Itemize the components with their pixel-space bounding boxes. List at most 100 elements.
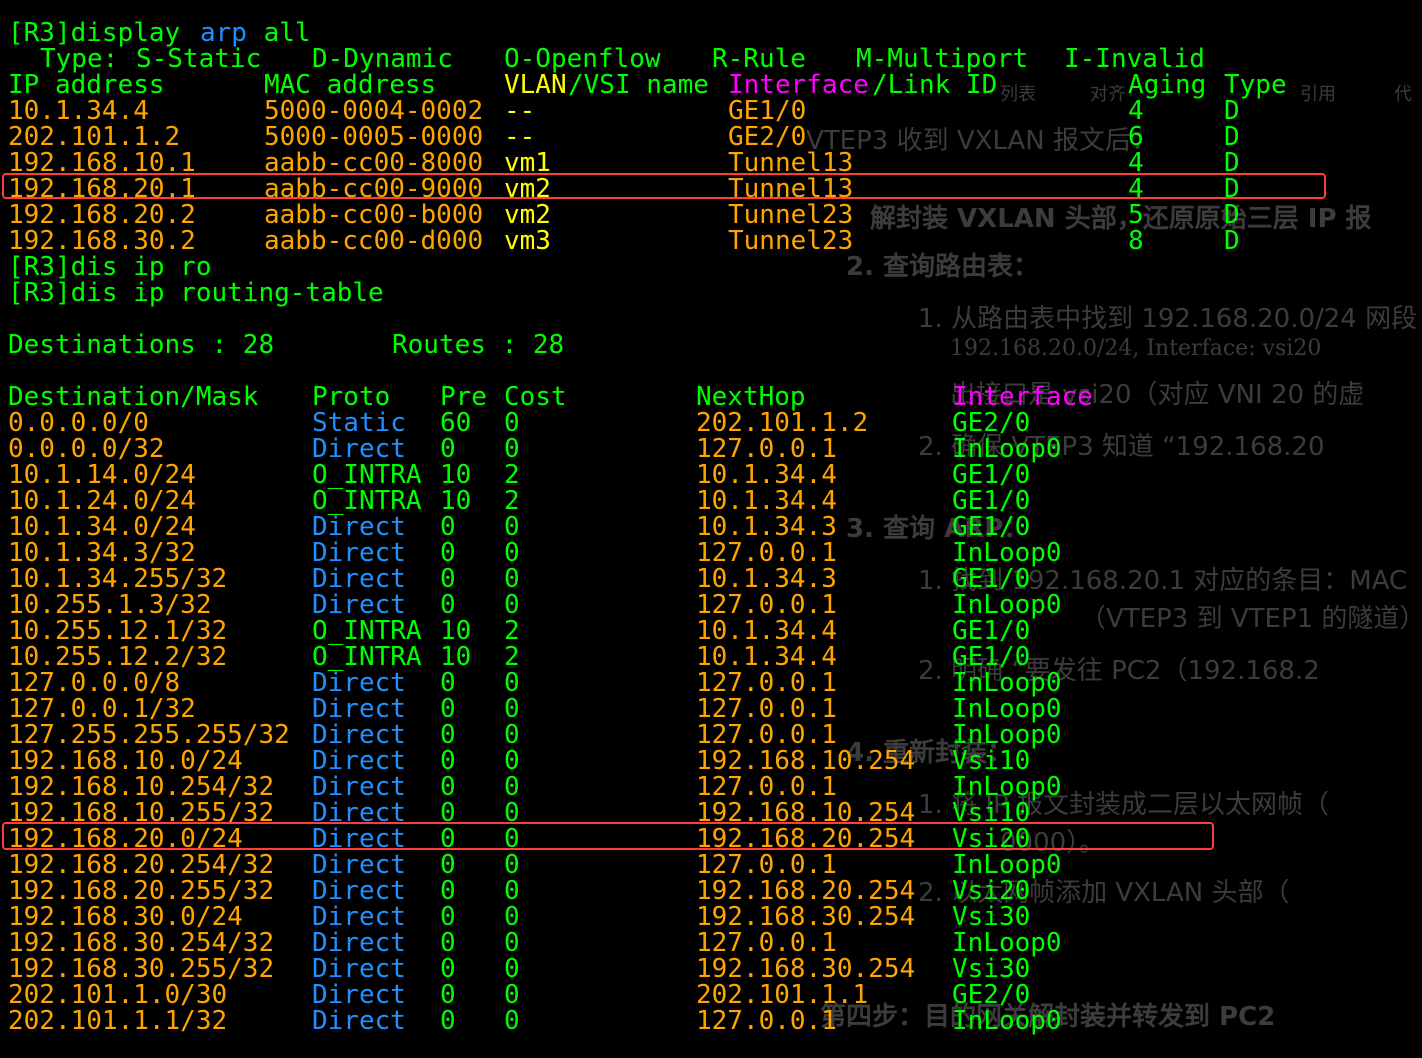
- command-line: [R3]display arp all: [8, 20, 311, 46]
- route-pre-cell: 60: [440, 408, 472, 438]
- route-pre-cell: 0: [440, 434, 456, 464]
- route-interface-cell: Vsi20: [952, 876, 1031, 906]
- route-nexthop-cell: 127.0.0.1: [696, 668, 837, 698]
- route-destination-cell: 10.1.34.255/32: [8, 564, 228, 594]
- routing-table-header: Destination/Mask Proto Pre Cost NextHop …: [8, 384, 1093, 410]
- route-cost-cell: 0: [504, 668, 520, 698]
- route-pre-cell: 0: [440, 902, 456, 932]
- route-destination-cell: 127.255.255.255/32: [8, 720, 290, 750]
- arp-mac-cell: 5000-0004-0002: [264, 96, 484, 126]
- header-vsi-name: /VSI name: [568, 70, 709, 100]
- ghost-toolbar-label: 代: [1394, 84, 1412, 105]
- route-pre-cell: 0: [440, 876, 456, 906]
- header-proto: Proto: [312, 382, 391, 412]
- route-destination-cell: 202.101.1.1/32: [8, 1006, 228, 1036]
- command-arg: all: [248, 18, 311, 48]
- route-destination-cell: 192.168.30.0/24: [8, 902, 243, 932]
- route-cost-cell: 0: [504, 980, 520, 1010]
- route-interface-cell: GE1/0: [952, 564, 1031, 594]
- route-nexthop-cell: 10.1.34.3: [696, 564, 837, 594]
- route-cost-cell: 0: [504, 512, 520, 542]
- route-pre-cell: 10: [440, 642, 472, 672]
- route-interface-cell: GE1/0: [952, 642, 1031, 672]
- terminal-window[interactable]: VTEP3 收到 VXLAN 报文后： 解封装 VXLAN 头部，还原原始三层 …: [0, 0, 1422, 1058]
- arp-interface-cell: GE1/0: [728, 96, 807, 126]
- header-mac: MAC address: [264, 70, 437, 100]
- arp-aging-cell: 5: [1128, 200, 1144, 230]
- route-proto-cell: Static: [312, 408, 406, 438]
- route-proto-cell: Direct: [312, 564, 406, 594]
- route-nexthop-cell: 10.1.34.4: [696, 460, 837, 490]
- header-pre: Pre: [440, 382, 487, 412]
- header-link-id: /Link ID: [872, 70, 998, 100]
- route-cost-cell: 0: [504, 694, 520, 724]
- route-highlight-box: [2, 822, 1214, 850]
- routes-count: Routes : 28: [392, 330, 565, 360]
- route-proto-cell: Direct: [312, 928, 406, 958]
- legend-invalid: I-Invalid: [1064, 44, 1205, 74]
- header-cost: Cost: [504, 382, 567, 412]
- route-interface-cell: Vsi30: [952, 902, 1031, 932]
- route-destination-cell: 127.0.0.1/32: [8, 694, 196, 724]
- arp-aging-cell: 6: [1128, 122, 1144, 152]
- route-pre-cell: 0: [440, 668, 456, 698]
- route-pre-cell: 10: [440, 486, 472, 516]
- route-destination-cell: 192.168.30.254/32: [8, 928, 275, 958]
- arp-mac-cell: aabb-cc00-d000: [264, 226, 484, 256]
- route-destination-cell: 0.0.0.0/32: [8, 434, 165, 464]
- route-cost-cell: 0: [504, 850, 520, 880]
- route-cost-cell: 2: [504, 486, 520, 516]
- route-pre-cell: 0: [440, 772, 456, 802]
- route-proto-cell: Direct: [312, 434, 406, 464]
- route-destination-cell: 10.255.12.2/32: [8, 642, 228, 672]
- route-pre-cell: 10: [440, 616, 472, 646]
- route-interface-cell: Vsi30: [952, 954, 1031, 984]
- route-nexthop-cell: 192.168.10.254: [696, 746, 916, 776]
- header-interface: Interface: [952, 382, 1093, 412]
- arp-type-cell: D: [1224, 226, 1240, 256]
- route-interface-cell: GE1/0: [952, 616, 1031, 646]
- ghost-line: 1. 从路由表中找到 192.168.20.0/24 网段: [918, 304, 1418, 334]
- route-pre-cell: 0: [440, 746, 456, 776]
- command-keyword: arp: [200, 18, 247, 48]
- route-interface-cell: InLoop0: [952, 694, 1062, 724]
- legend-type: Type:: [40, 44, 119, 74]
- route-destination-cell: 10.1.14.0/24: [8, 460, 196, 490]
- ghost-line: （VTEP3 到 VTEP1 的隧道）: [1080, 604, 1422, 634]
- ghost-line: VTEP3 收到 VXLAN 报文后：: [806, 126, 1158, 156]
- legend-static: S-Static: [136, 44, 262, 74]
- route-nexthop-cell: 202.101.1.2: [696, 408, 869, 438]
- route-nexthop-cell: 127.0.0.1: [696, 1006, 837, 1036]
- arp-vlan-cell: --: [504, 122, 536, 152]
- route-nexthop-cell: 192.168.20.254: [696, 876, 916, 906]
- route-cost-cell: 2: [504, 642, 520, 672]
- route-interface-cell: Vsi10: [952, 746, 1031, 776]
- route-pre-cell: 0: [440, 512, 456, 542]
- route-destination-cell: 10.1.34.3/32: [8, 538, 196, 568]
- legend-dynamic: D-Dynamic: [312, 44, 453, 74]
- route-pre-cell: 0: [440, 928, 456, 958]
- route-interface-cell: InLoop0: [952, 590, 1062, 620]
- route-proto-cell: Direct: [312, 876, 406, 906]
- route-cost-cell: 0: [504, 590, 520, 620]
- route-destination-cell: 202.101.1.0/30: [8, 980, 228, 1010]
- route-proto-cell: Direct: [312, 902, 406, 932]
- route-pre-cell: 0: [440, 564, 456, 594]
- arp-type-cell: D: [1224, 122, 1240, 152]
- route-proto-cell: Direct: [312, 1006, 406, 1036]
- route-cost-cell: 0: [504, 408, 520, 438]
- arp-mac-cell: 5000-0005-0000: [264, 122, 484, 152]
- header-aging: Aging: [1128, 70, 1207, 100]
- route-cost-cell: 0: [504, 434, 520, 464]
- route-destination-cell: 192.168.30.255/32: [8, 954, 275, 984]
- route-proto-cell: O_INTRA: [312, 616, 422, 646]
- route-pre-cell: 0: [440, 980, 456, 1010]
- route-cost-cell: 2: [504, 460, 520, 490]
- route-nexthop-cell: 127.0.0.1: [696, 590, 837, 620]
- arp-interface-cell: GE2/0: [728, 122, 807, 152]
- route-proto-cell: O_INTRA: [312, 486, 422, 516]
- route-destination-cell: 192.168.10.0/24: [8, 746, 243, 776]
- route-nexthop-cell: 10.1.34.4: [696, 642, 837, 672]
- route-proto-cell: O_INTRA: [312, 642, 422, 672]
- route-proto-cell: Direct: [312, 772, 406, 802]
